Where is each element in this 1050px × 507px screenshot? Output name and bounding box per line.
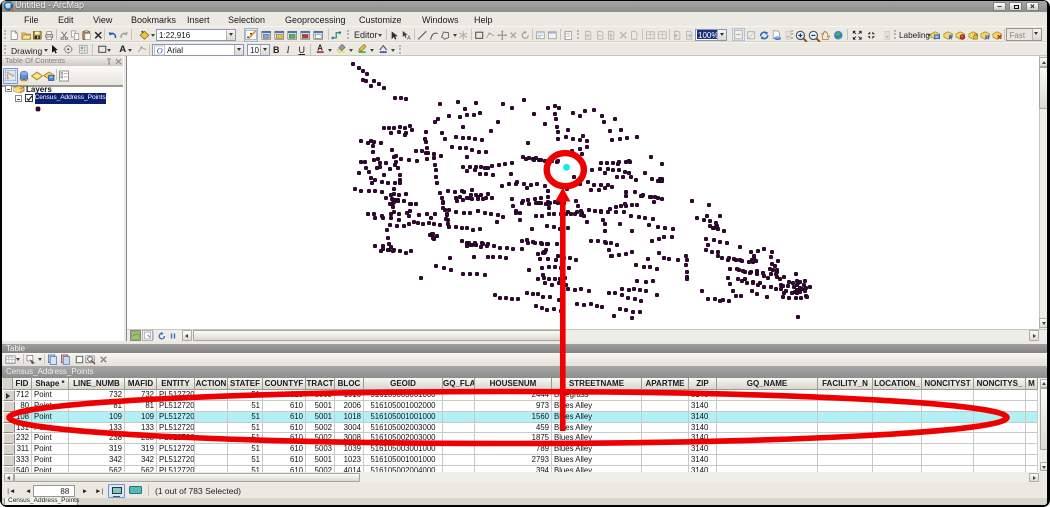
svg-text:A: A: [407, 35, 411, 40]
svg-text:A: A: [317, 43, 323, 52]
svg-text:O: O: [157, 47, 163, 56]
svg-text:A: A: [119, 44, 126, 54]
svg-text:N: N: [949, 35, 952, 40]
